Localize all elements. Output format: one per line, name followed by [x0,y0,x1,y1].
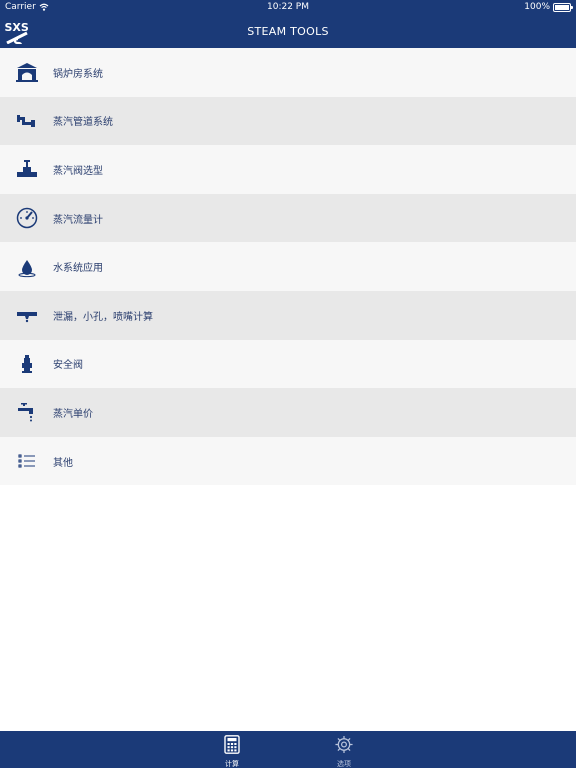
safety-valve-icon [14,351,40,377]
tab-bar: 计算 选项 [0,731,576,768]
menu-item-leak-orifice-nozzle[interactable]: 泄漏，小孔，喷嘴计算 [0,290,576,340]
menu-item-label: 锅炉房系统 [53,68,103,80]
list-icon [14,448,40,474]
battery-percent: 100% [524,2,550,12]
battery-icon [553,2,573,12]
menu-item-label: 安全阀 [53,360,83,372]
calculator-icon [224,735,240,754]
boiler-house-icon [14,59,40,85]
status-bar: Carrier 10:22 PM 100% [0,0,576,16]
menu-item-label: 蒸汽阀选型 [53,165,103,177]
flow-meter-gauge-icon [14,205,40,231]
menu-item-steam-pipe[interactable]: 蒸汽管道系统 [0,96,576,146]
status-time: 10:22 PM [267,2,309,12]
menu-item-steam-valve[interactable]: 蒸汽阀选型 [0,145,576,194]
menu-item-label: 其他 [53,457,73,469]
menu-item-steam-flowmeter[interactable]: 蒸汽流量计 [0,193,576,243]
menu-item-label: 蒸汽流量计 [53,214,103,226]
tab-options[interactable]: 选项 [314,735,374,769]
menu-item-water-system[interactable]: 水系统应用 [0,242,576,291]
menu-item-boiler-house[interactable]: 锅炉房系统 [0,48,576,97]
page-title: STEAM TOOLS [247,25,329,38]
tool-list: 锅炉房系统 蒸汽管道系统 蒸汽阀选型 蒸汽流量计 水系统应用 泄漏，小孔，喷嘴计… [0,48,576,486]
menu-item-label: 蒸汽管道系统 [53,117,113,129]
nav-bar: SXS STEAM TOOLS [0,16,576,48]
menu-item-label: 泄漏，小孔，喷嘴计算 [53,311,153,323]
battery-level-fill [555,4,569,10]
menu-item-label: 水系统应用 [53,263,103,275]
menu-item-safety-valve[interactable]: 安全阀 [0,339,576,389]
valve-icon [14,156,40,182]
gear-icon [335,735,353,754]
steam-pipe-icon [14,108,40,134]
steam-tap-icon [14,399,40,425]
leak-nozzle-icon [14,302,40,328]
menu-item-label: 蒸汽单价 [53,408,93,420]
tab-calculate[interactable]: 计算 [202,735,262,769]
water-drop-icon [14,254,40,280]
menu-item-other[interactable]: 其他 [0,436,576,486]
menu-item-steam-unit-price[interactable]: 蒸汽单价 [0,388,576,437]
